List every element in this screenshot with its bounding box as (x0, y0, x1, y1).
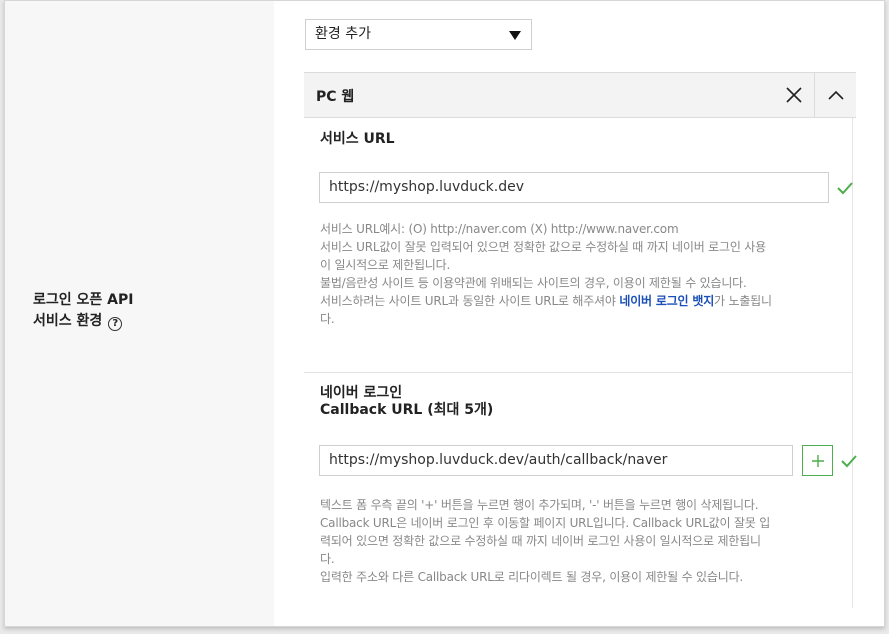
service-url-help-line: 불법/음란성 사이트 등 이용약관에 위배되는 사이트의 경우, 이용이 제한될… (320, 276, 747, 290)
environment-select[interactable]: 환경 추가 (305, 19, 532, 50)
remove-environment-button[interactable] (772, 73, 816, 117)
section-divider (304, 372, 852, 373)
callback-url-help-line: 다. (320, 552, 335, 566)
callback-url-input[interactable]: https://myshop.luvduck.dev/auth/callback… (319, 445, 793, 476)
service-url-input[interactable]: https://myshop.luvduck.dev (319, 172, 829, 203)
service-url-help-line: 서비스하려는 사이트 URL과 동일한 사이트 URL로 해주셔야 네이버 로그… (320, 292, 845, 310)
callback-url-help-line: Callback URL은 네이버 로그인 후 이동할 페이지 URL입니다. … (320, 516, 771, 530)
row-label-line1: 로그인 오픈 API (33, 292, 134, 308)
close-icon (786, 87, 802, 103)
service-url-title: 서비스 URL (320, 131, 395, 147)
caret-down-icon (509, 31, 521, 40)
callback-url-title-line1: 네이버 로그인 (320, 385, 403, 401)
environment-select-value: 환경 추가 (315, 26, 371, 42)
service-url-help-line: 서비스 URL값이 잘못 입력되어 있으면 정확한 값으로 수정하실 때 까지 … (320, 240, 766, 254)
row-label-line2: 서비스 환경 (33, 313, 103, 329)
chevron-up-icon (827, 90, 844, 100)
help-text-suffix: 가 노출됩니 (714, 294, 772, 308)
row-label-column: 로그인 오픈 API 서비스 환경? (5, 1, 274, 626)
plus-icon (811, 454, 824, 467)
environment-panel-body: 서비스 URL https://myshop.luvduck.dev 서비스 U… (304, 118, 857, 626)
service-url-help: 서비스 URL예시: (O) http://naver.com (X) http… (320, 220, 845, 328)
check-icon (841, 455, 857, 468)
service-url-help-line: 다. (320, 312, 335, 326)
naver-login-badge-link[interactable]: 네이버 로그인 뱃지 (619, 294, 714, 308)
panel-title: PC 웹 (316, 89, 355, 105)
row-label: 로그인 오픈 API 서비스 환경? (33, 290, 133, 332)
callback-url-help-line: 입력한 주소와 다른 Callback URL로 리다이렉트 될 경우, 이용이… (320, 570, 744, 584)
service-url-help-line: 이 일시적으로 제한됩니다. (320, 258, 451, 272)
callback-url-help-line: 력되어 있으면 정확한 값으로 수정하실 때 까지 네이버 로그인 사용이 일시… (320, 534, 761, 548)
collapse-panel-button[interactable] (814, 73, 856, 117)
settings-content: 환경 추가 PC 웹 서비스 URL https://myshop.luvduc… (274, 1, 884, 626)
callback-url-title: 네이버 로그인 Callback URL (최대 5개) (320, 385, 493, 419)
check-icon (837, 182, 853, 195)
add-callback-url-button[interactable] (802, 445, 833, 476)
callback-url-title-line2: Callback URL (최대 5개) (320, 402, 494, 418)
settings-frame: 로그인 오픈 API 서비스 환경? 환경 추가 PC 웹 서비스 URL ht… (4, 0, 885, 627)
environment-panel-header: PC 웹 (304, 72, 856, 118)
question-circle-icon[interactable]: ? (108, 317, 123, 331)
help-text-prefix: 서비스하려는 사이트 URL과 동일한 사이트 URL로 해주셔야 (320, 294, 620, 308)
callback-url-help-line: 텍스트 폼 우측 끝의 '+' 버튼을 누르면 행이 추가되며, '-' 버튼을… (320, 498, 759, 512)
service-url-help-line: 서비스 URL예시: (O) http://naver.com (X) http… (320, 222, 679, 236)
callback-url-help: 텍스트 폼 우측 끝의 '+' 버튼을 누르면 행이 추가되며, '-' 버튼을… (320, 496, 845, 586)
